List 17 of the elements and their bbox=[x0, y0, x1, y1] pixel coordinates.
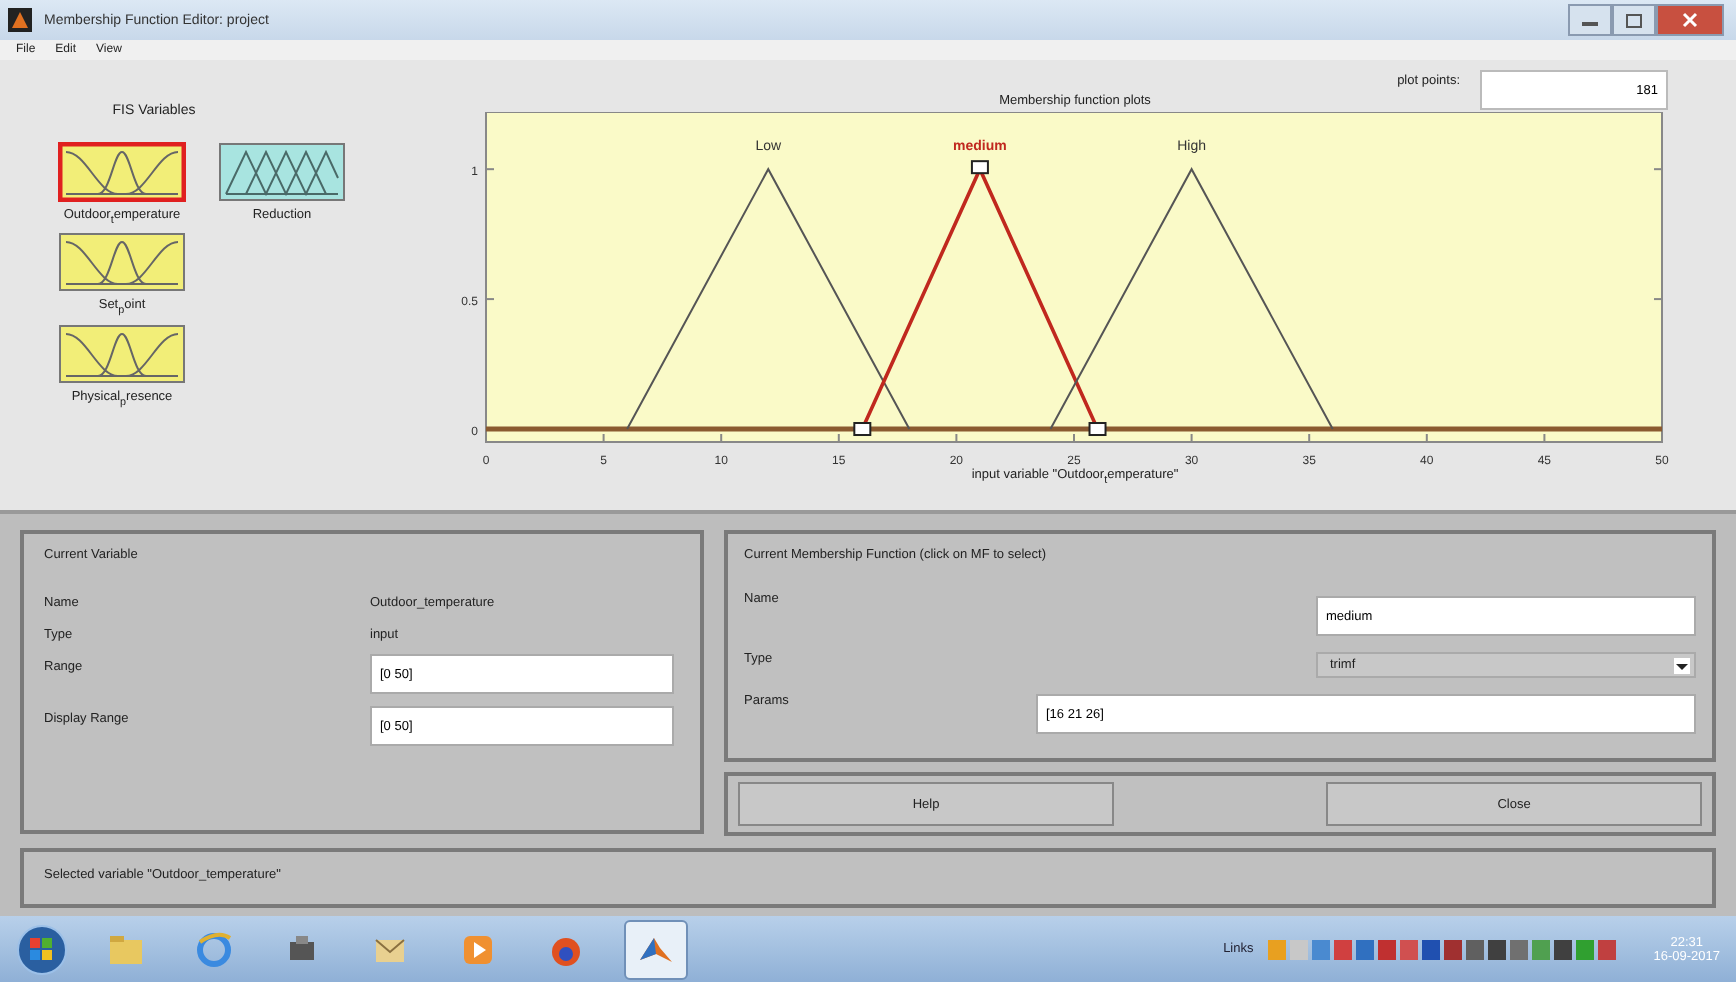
close-icon bbox=[1682, 12, 1698, 28]
output-variable-icon[interactable] bbox=[218, 142, 346, 202]
input-variable-icon[interactable] bbox=[58, 142, 186, 202]
start-icon[interactable] bbox=[16, 923, 68, 975]
membership-curve[interactable] bbox=[626, 167, 911, 430]
membership-curve[interactable] bbox=[853, 160, 1107, 436]
input-variable-icon[interactable] bbox=[58, 232, 186, 293]
maximize-button[interactable] bbox=[1612, 4, 1656, 36]
taskbar-button[interactable] bbox=[624, 919, 688, 979]
membership-curve[interactable] bbox=[1049, 167, 1334, 430]
caret-icon bbox=[1674, 657, 1690, 673]
browser-icon bbox=[194, 929, 234, 969]
minimize-button[interactable] bbox=[1568, 4, 1612, 36]
close-button[interactable] bbox=[1656, 4, 1724, 36]
maximize-icon bbox=[1626, 13, 1642, 27]
input-variable-icon[interactable] bbox=[58, 323, 186, 384]
app-icon bbox=[8, 8, 32, 32]
